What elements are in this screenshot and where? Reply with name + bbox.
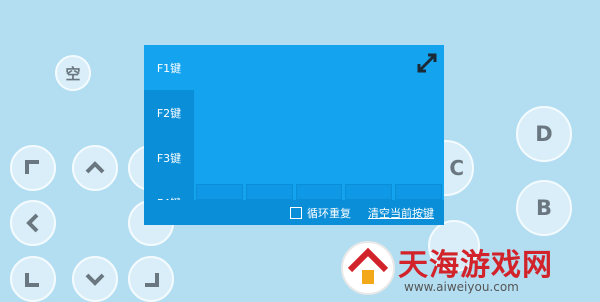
macro-key-panel: F1键 F2键 F3键 F4键 [144,45,444,225]
dpad-up-left-button[interactable] [10,145,56,191]
site-url: www.aiweiyou.com [404,280,519,294]
d-key-label: D [535,122,553,146]
tab-f1[interactable]: F1键 [144,45,194,90]
recorded-key-slots [196,184,442,200]
arrow-down-icon [85,273,105,286]
tab-f1-label: F1键 [156,61,182,75]
space-key-button[interactable]: 空 [55,55,91,91]
key-slot[interactable] [196,184,243,200]
arrow-down-right-icon [145,273,159,287]
dpad-down-button[interactable] [72,256,118,302]
d-key-button[interactable]: D [516,106,572,162]
function-key-tabs: F1键 F2键 F3键 F4键 [144,45,194,225]
key-slot[interactable] [395,184,442,200]
key-slot[interactable] [345,184,393,200]
expand-button[interactable] [416,52,438,74]
dpad-left-button[interactable] [10,200,56,246]
space-key-label: 空 [65,64,81,83]
c-key-label: C [449,156,464,180]
clear-current-keys-link[interactable]: 清空当前按键 [368,205,434,221]
dpad-up-button[interactable] [72,145,118,191]
arrow-left-icon [26,213,39,233]
loop-repeat-toggle[interactable]: 循环重复 [290,205,351,221]
tab-f3-label: F3键 [156,151,182,165]
checkbox-icon[interactable] [290,207,302,219]
key-slot[interactable] [245,184,293,200]
site-logo [341,241,395,295]
arrow-up-icon [85,161,105,174]
tab-f3[interactable]: F3键 [144,135,194,180]
loop-repeat-label: 循环重复 [307,207,351,220]
site-name: 天海游戏网 [398,248,553,283]
tab-f2[interactable]: F2键 [144,90,194,135]
site-watermark: 天海游戏网 www.aiweiyou.com [340,238,600,300]
arrow-up-left-icon [25,160,39,174]
dpad-down-left-button[interactable] [10,256,56,302]
b-key-button[interactable]: B [516,180,572,236]
tab-f2-label: F2键 [156,106,182,120]
expand-icon [417,53,437,73]
arrow-down-left-icon [25,273,39,287]
dpad-down-right-button[interactable] [128,256,174,302]
panel-bottom-bar: 循环重复 清空当前按键 [144,200,444,225]
key-slot[interactable] [295,184,343,200]
b-key-label: B [535,196,552,220]
